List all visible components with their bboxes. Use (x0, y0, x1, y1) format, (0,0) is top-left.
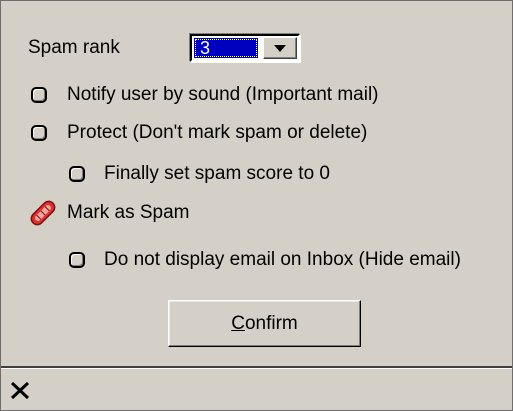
protect-checkbox[interactable] (31, 125, 47, 141)
dropdown-arrow-button[interactable] (263, 37, 297, 59)
confirm-label: onfirm (244, 312, 298, 334)
spam-rank-value: 3 (194, 38, 258, 58)
finally-zero-label: Finally set spam score to 0 (104, 163, 330, 184)
spam-rank-label: Spam rank (28, 37, 120, 58)
mark-spam-label: Mark as Spam (67, 202, 190, 223)
hide-email-checkbox[interactable] (69, 252, 85, 268)
spam-stamp-icon (30, 200, 56, 226)
chevron-down-icon (274, 45, 286, 52)
notify-sound-label: Notify user by sound (Important mail) (67, 84, 379, 105)
close-icon[interactable] (9, 379, 31, 401)
hide-email-label: Do not display email on Inbox (Hide emai… (104, 249, 461, 270)
protect-label: Protect (Don't mark spam or delete) (67, 122, 368, 143)
status-separator (1, 366, 512, 369)
finally-zero-checkbox[interactable] (69, 166, 85, 182)
notify-sound-checkbox[interactable] (31, 87, 47, 103)
confirm-button[interactable]: Confirm (168, 300, 361, 347)
confirm-accelerator: C (231, 312, 245, 334)
spam-rule-panel: Spam rank 3 Notify user by sound (Import… (0, 0, 513, 411)
spam-rank-dropdown[interactable]: 3 (190, 34, 300, 62)
